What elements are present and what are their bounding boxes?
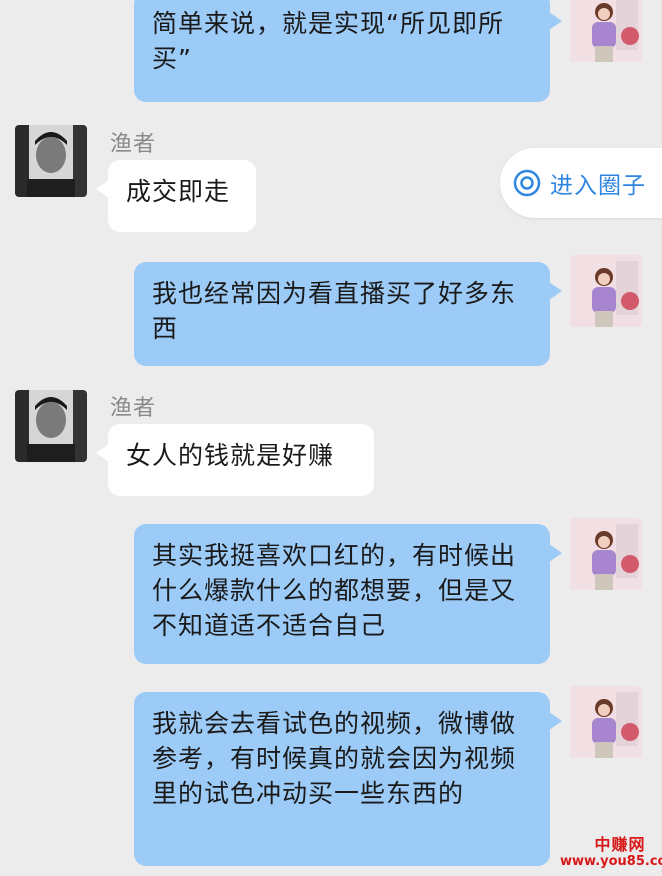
self-avatar[interactable] xyxy=(570,518,642,590)
message-bubble-outgoing[interactable]: 我也经常因为看直播买了好多东西 xyxy=(134,262,562,366)
message-text: 我就会去看试色的视频，微博做参考，有时候真的就会因为视频里的试色冲动买一些东西的 xyxy=(152,709,517,808)
sender-name: 渔者 xyxy=(110,132,157,157)
message-text: 成交即走 xyxy=(126,177,231,206)
message-text: 女人的钱就是好赚 xyxy=(126,441,335,470)
self-avatar[interactable] xyxy=(570,255,642,327)
watermark: 中赚网 www.you85.com xyxy=(560,836,662,870)
self-avatar-image xyxy=(570,255,642,327)
message-bubble-outgoing[interactable]: 我就会去看试色的视频，微博做参考，有时候真的就会因为视频里的试色冲动买一些东西的 xyxy=(134,692,562,866)
message-bubble-outgoing[interactable]: 简单来说，就是实现“所见即所买” xyxy=(134,0,562,102)
self-avatar-image xyxy=(570,686,642,758)
message-text: 简单来说，就是实现“所见即所买” xyxy=(152,9,504,73)
self-avatar-image xyxy=(570,518,642,590)
self-avatar[interactable] xyxy=(570,0,642,62)
message-bubble-outgoing[interactable]: 其实我挺喜欢口红的，有时候出什么爆款什么的都想要，但是又不知道适不适合自己 xyxy=(134,524,562,664)
message-text: 其实我挺喜欢口红的，有时候出什么爆款什么的都想要，但是又不知道适不适合自己 xyxy=(152,541,517,640)
enter-circle-label: 进入圈子 xyxy=(550,173,646,199)
message-bubble-incoming[interactable]: 成交即走 xyxy=(96,160,256,232)
message-text: 我也经常因为看直播买了好多东西 xyxy=(152,279,517,343)
circle-target-icon xyxy=(513,169,541,197)
enter-circle-button[interactable]: 进入圈子 xyxy=(500,148,662,218)
message-bubble-incoming[interactable]: 女人的钱就是好赚 xyxy=(96,424,374,496)
sender-name: 渔者 xyxy=(110,396,157,421)
contact-avatar-image xyxy=(15,390,87,462)
contact-avatar[interactable] xyxy=(15,125,87,197)
watermark-line1: 中赚网 xyxy=(594,835,646,854)
self-avatar-image xyxy=(570,0,642,62)
contact-avatar[interactable] xyxy=(15,390,87,462)
watermark-line2: www.you85.com xyxy=(560,854,662,869)
contact-avatar-image xyxy=(15,125,87,197)
self-avatar[interactable] xyxy=(570,686,642,758)
